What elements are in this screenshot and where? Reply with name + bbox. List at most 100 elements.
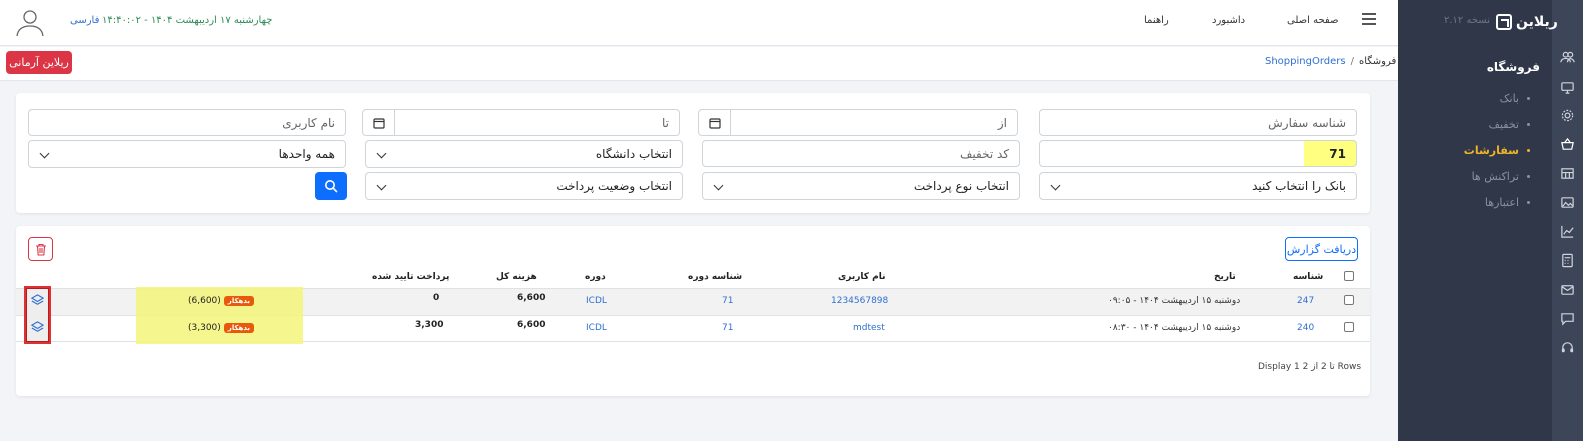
from-date-field[interactable]: از — [698, 109, 1018, 136]
layers-icon[interactable] — [30, 320, 45, 335]
breadcrumb: فروشگاه / ShoppingOrders — [1265, 56, 1396, 67]
bullet-icon — [1527, 149, 1530, 152]
breadcrumb-bar: فروشگاه / ShoppingOrders — [0, 47, 1398, 81]
chat-icon[interactable] — [1560, 311, 1575, 326]
course-id-link[interactable]: 71 — [722, 296, 733, 306]
debt-amount: (6,600) — [188, 296, 221, 306]
order-date: دوشنبه ۱۵ اردیبهشت ۱۴۰۴ - ۰۸:۳۰ — [1108, 323, 1241, 333]
layers-icon[interactable] — [30, 293, 45, 308]
delete-button[interactable] — [28, 237, 53, 261]
users-icon[interactable] — [1560, 50, 1575, 65]
row-checkbox[interactable] — [1344, 322, 1354, 332]
sidebar-item-label: سفارشات — [1463, 144, 1519, 157]
from-date-placeholder: از — [997, 116, 1007, 130]
sidebar-item-label: تراکنش ها — [1471, 170, 1519, 183]
debt-amount: (3,300) — [188, 323, 221, 333]
col-header-approved-payment[interactable]: پرداخت تایید شده — [372, 272, 449, 282]
status-badge: بدهکار — [223, 323, 255, 333]
discount-code-field[interactable]: کد تخفیف — [702, 140, 1020, 167]
row-checkbox[interactable] — [1344, 295, 1354, 305]
sidebar-item-orders[interactable]: سفارشات — [1464, 144, 1530, 157]
university-select[interactable]: انتخاب دانشگاه — [365, 140, 683, 168]
order-id-link[interactable]: 240 — [1297, 323, 1314, 333]
basket-icon[interactable] — [1560, 137, 1575, 152]
order-id-field[interactable]: شناسه سفارش — [1039, 109, 1357, 136]
order-value: 71 — [1329, 146, 1346, 161]
get-report-button[interactable]: دریافت گزارش — [1285, 237, 1358, 261]
gear-icon[interactable] — [1560, 108, 1575, 123]
nav-dashboard[interactable]: داشبورد — [1212, 15, 1245, 26]
order-value-field[interactable]: 71 — [1039, 140, 1357, 167]
bullet-icon — [1527, 97, 1530, 100]
debt-amount-cell: (6,600) بدهکار — [188, 296, 255, 306]
units-select-value: همه واحدها — [278, 147, 335, 161]
railine-armani-button[interactable]: ریلاین آرمانی — [6, 51, 72, 74]
order-id-link[interactable]: 247 — [1297, 296, 1314, 306]
col-header-username[interactable]: نام کاربری — [838, 272, 886, 282]
image-icon[interactable] — [1560, 195, 1575, 210]
bank-select[interactable]: بانک را انتخاب کنید — [1039, 172, 1357, 200]
breadcrumb-root[interactable]: فروشگاه — [1359, 56, 1396, 67]
sidebar: ریلاین نسخه ۲.۱۲ فروشگاه بانک تخفیف سفار… — [1398, 0, 1558, 441]
breadcrumb-current[interactable]: ShoppingOrders — [1265, 56, 1346, 67]
chevron-down-icon — [376, 148, 387, 159]
username-placeholder: نام کاربری — [282, 115, 335, 130]
sidebar-item-label: بانک — [1499, 92, 1519, 105]
sidebar-item-transactions[interactable]: تراکنش ها — [1472, 170, 1530, 183]
chevron-down-icon — [376, 180, 387, 191]
units-select[interactable]: همه واحدها — [28, 140, 346, 168]
username-link[interactable]: 1234567898 — [831, 296, 888, 306]
hamburger-menu-icon[interactable] — [1362, 13, 1376, 25]
store-icon[interactable] — [1560, 166, 1575, 181]
bullet-icon — [1527, 123, 1530, 126]
col-header-total-cost[interactable]: هزینه کل — [496, 272, 537, 282]
to-date-field[interactable]: تا — [362, 109, 680, 136]
sidebar-item-discount[interactable]: تخفیف — [1489, 118, 1530, 131]
icon-rail — [1552, 0, 1583, 441]
course-link[interactable]: ICDL — [586, 296, 607, 306]
chart-icon[interactable] — [1560, 224, 1575, 239]
sidebar-item-credits[interactable]: اعتبارها — [1485, 196, 1530, 209]
search-button[interactable] — [315, 172, 347, 200]
course-link[interactable]: ICDL — [586, 323, 607, 333]
debt-amount-cell: (3,300) بدهکار — [188, 323, 255, 333]
nav-help[interactable]: راهنما — [1144, 15, 1169, 26]
col-header-course[interactable]: دوره — [585, 272, 606, 282]
username-field[interactable]: نام کاربری — [28, 109, 346, 136]
bank-select-value: بانک را انتخاب کنید — [1252, 179, 1346, 193]
order-date: دوشنبه ۱۵ اردیبهشت ۱۴۰۴ - ۰۹:۰۵ — [1108, 296, 1241, 306]
total-cost: 6,600 — [517, 293, 546, 303]
payment-status-select[interactable]: انتخاب وضعیت پرداخت — [365, 172, 683, 200]
avatar[interactable] — [14, 6, 46, 38]
calculator-icon[interactable] — [1560, 253, 1575, 268]
mail-icon[interactable] — [1560, 282, 1575, 297]
current-datetime: چهارشنبه ۱۷ اردیبهشت ۱۴۰۴ - ۱۴:۴۰:۰۲ — [102, 15, 273, 26]
headset-icon[interactable] — [1560, 340, 1575, 355]
payment-type-value: انتخاب نوع پرداخت — [913, 179, 1009, 193]
col-header-course-id[interactable]: شناسه دوره — [688, 272, 742, 282]
chevron-down-icon — [1050, 180, 1061, 191]
sidebar-section-store[interactable]: فروشگاه — [1487, 60, 1540, 74]
course-id-link[interactable]: 71 — [722, 323, 733, 333]
logo-icon — [1496, 14, 1512, 30]
chevron-down-icon — [713, 180, 724, 191]
calendar-icon[interactable] — [363, 110, 395, 135]
sidebar-item-bank[interactable]: بانک — [1500, 92, 1530, 105]
top-header: صفحه اصلی داشبورد راهنما چهارشنبه ۱۷ ارد… — [0, 0, 1398, 46]
brand-logo[interactable]: ریلاین — [1496, 12, 1558, 32]
brand-name: ریلاین — [1516, 14, 1558, 30]
username-link[interactable]: mdtest — [853, 323, 885, 333]
payment-status-value: انتخاب وضعیت پرداخت — [556, 179, 672, 193]
monitor-icon[interactable] — [1560, 80, 1575, 95]
order-id-placeholder: شناسه سفارش — [1268, 115, 1346, 130]
search-icon — [325, 180, 338, 193]
payment-type-select[interactable]: انتخاب نوع پرداخت — [702, 172, 1020, 200]
discount-code-placeholder: کد تخفیف — [959, 146, 1009, 161]
language-switch[interactable]: فارسی — [70, 15, 99, 26]
calendar-icon[interactable] — [699, 110, 731, 135]
nav-home[interactable]: صفحه اصلی — [1287, 15, 1338, 26]
col-header-id[interactable]: شناسه — [1293, 272, 1323, 282]
select-all-checkbox[interactable] — [1344, 271, 1354, 281]
bullet-icon — [1527, 175, 1530, 178]
col-header-date[interactable]: تاریخ — [1214, 272, 1236, 282]
